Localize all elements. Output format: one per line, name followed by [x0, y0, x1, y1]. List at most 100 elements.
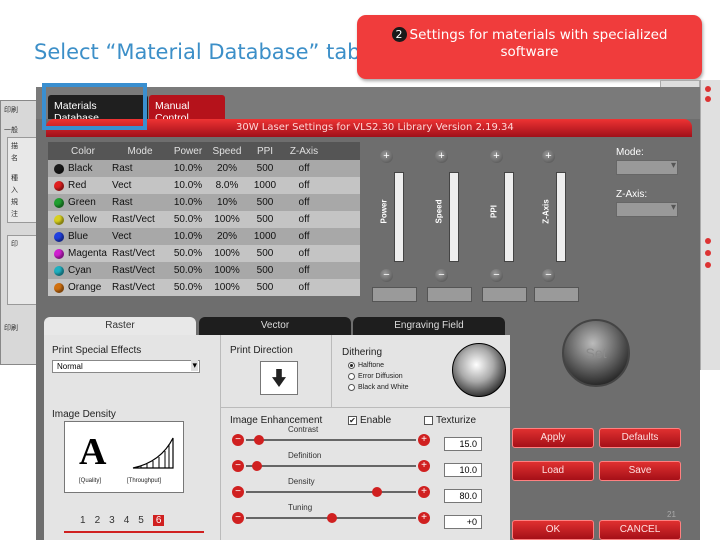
- contrast-slider[interactable]: Contrast − +: [232, 425, 430, 447]
- power-decrease-button[interactable]: −: [380, 269, 393, 282]
- speed-cell: 100%: [214, 265, 240, 276]
- set-button[interactable]: Set: [562, 319, 630, 387]
- contrast-value[interactable]: 15.0: [444, 437, 482, 451]
- density-option[interactable]: 2: [95, 515, 101, 526]
- materials-table: Color Mode Power Speed PPI Z-Axis Black R…: [48, 142, 360, 296]
- print-direction-button[interactable]: [260, 361, 298, 395]
- zaxis-side-label: Z-Axis:: [616, 189, 648, 200]
- tab-manual-control[interactable]: Manual Control: [149, 95, 225, 124]
- status-dot: [705, 96, 711, 102]
- contrast-label: Contrast: [288, 425, 319, 434]
- table-row[interactable]: Black Rast 10.0% 20% 500 off: [48, 160, 360, 177]
- cancel-button[interactable]: CANCEL: [599, 520, 681, 540]
- status-dot: [705, 238, 711, 244]
- zaxis-slider[interactable]: + Z-Axis −: [534, 147, 594, 307]
- ok-button[interactable]: OK: [512, 520, 594, 540]
- table-row[interactable]: Red Vect 10.0% 8.0% 1000 off: [48, 177, 360, 194]
- tuning-decrease-button[interactable]: −: [232, 512, 244, 524]
- ppi-cell: 1000: [253, 180, 277, 191]
- zaxis-select[interactable]: [616, 202, 678, 217]
- tuning-value[interactable]: +0: [444, 515, 482, 529]
- power-value-field[interactable]: [372, 287, 417, 302]
- divider: [220, 407, 510, 408]
- density-option[interactable]: 3: [109, 515, 115, 526]
- ppi-cell: 500: [256, 214, 274, 225]
- density-option[interactable]: 4: [124, 515, 130, 526]
- contrast-increase-button[interactable]: +: [418, 434, 430, 446]
- tab-vector[interactable]: Vector: [199, 317, 351, 335]
- power-slider[interactable]: + Power −: [372, 147, 432, 307]
- column-header: Speed: [212, 145, 242, 157]
- speed-track[interactable]: [449, 172, 459, 262]
- ppi-cell: 500: [256, 197, 274, 208]
- definition-decrease-button[interactable]: −: [232, 460, 244, 472]
- table-row[interactable]: Green Rast 10.0% 10% 500 off: [48, 194, 360, 211]
- zaxis-increase-button[interactable]: +: [542, 150, 555, 163]
- ppi-slider[interactable]: + PPI −: [482, 147, 542, 307]
- bg-label: 一般: [4, 126, 18, 134]
- table-row[interactable]: Yellow Rast/Vect 50.0% 100% 500 off: [48, 211, 360, 228]
- ppi-track[interactable]: [504, 172, 514, 262]
- definition-knob[interactable]: [252, 461, 262, 471]
- speed-value-field[interactable]: [427, 287, 472, 302]
- column-header: Z-Axis: [289, 145, 319, 157]
- density-option[interactable]: 5: [138, 515, 144, 526]
- definition-slider[interactable]: Definition − +: [232, 451, 430, 473]
- ppi-increase-button[interactable]: +: [490, 150, 503, 163]
- checkbox-box: [424, 416, 433, 425]
- speed-decrease-button[interactable]: −: [435, 269, 448, 282]
- tuning-increase-button[interactable]: +: [418, 512, 430, 524]
- color-name: Green: [68, 197, 96, 208]
- density-increase-button[interactable]: +: [418, 486, 430, 498]
- table-row[interactable]: Magenta Rast/Vect 50.0% 100% 500 off: [48, 245, 360, 262]
- speed-cell: 100%: [214, 282, 240, 293]
- zaxis-value-field[interactable]: [534, 287, 579, 302]
- power-track[interactable]: [394, 172, 404, 262]
- color-cell: Blue: [48, 231, 112, 242]
- definition-value[interactable]: 10.0: [444, 463, 482, 477]
- load-button[interactable]: Load: [512, 461, 594, 481]
- table-row[interactable]: Cyan Rast/Vect 50.0% 100% 500 off: [48, 262, 360, 279]
- ppi-decrease-button[interactable]: −: [490, 269, 503, 282]
- table-row[interactable]: Orange Rast/Vect 50.0% 100% 500 off: [48, 279, 360, 296]
- print-special-effects-select[interactable]: Normal: [52, 360, 200, 373]
- table-row[interactable]: Blue Vect 10.0% 20% 1000 off: [48, 228, 360, 245]
- contrast-knob[interactable]: [254, 435, 264, 445]
- density-selector[interactable]: 1 2 3 4 5 6: [80, 515, 165, 526]
- density-decrease-button[interactable]: −: [232, 486, 244, 498]
- tab-raster[interactable]: Raster: [44, 317, 196, 335]
- density-option[interactable]: 1: [80, 515, 86, 526]
- radio-halftone[interactable]: Halftone: [348, 362, 384, 369]
- density-option-selected[interactable]: 6: [152, 515, 165, 526]
- radio-error-diffusion[interactable]: Error Diffusion: [348, 373, 403, 380]
- defaults-button[interactable]: Defaults: [599, 428, 681, 448]
- table-header: Color Mode Power Speed PPI Z-Axis: [48, 142, 360, 160]
- mode-cell: Rast/Vect: [112, 282, 155, 293]
- power-increase-button[interactable]: +: [380, 150, 393, 163]
- contrast-decrease-button[interactable]: −: [232, 434, 244, 446]
- tuning-slider[interactable]: Tuning − +: [232, 503, 430, 525]
- density-slider-track[interactable]: [64, 531, 204, 533]
- tuning-knob[interactable]: [327, 513, 337, 523]
- tab-engraving-field[interactable]: Engraving Field: [353, 317, 505, 335]
- apply-button[interactable]: Apply: [512, 428, 594, 448]
- color-name: Yellow: [68, 214, 97, 225]
- definition-increase-button[interactable]: +: [418, 460, 430, 472]
- density-knob[interactable]: [372, 487, 382, 497]
- settings-tabs: Raster Vector Engraving Field: [44, 317, 518, 335]
- density-enhance-slider[interactable]: Density − +: [232, 477, 430, 499]
- power-cell: 10.0%: [173, 197, 203, 208]
- density-enhance-value[interactable]: 80.0: [444, 489, 482, 503]
- mode-select[interactable]: [616, 160, 678, 175]
- zaxis-track[interactable]: [556, 172, 566, 262]
- texturize-checkbox[interactable]: Texturize: [424, 415, 476, 426]
- enable-checkbox[interactable]: ✔ Enable: [348, 415, 391, 426]
- speed-slider[interactable]: + Speed −: [427, 147, 487, 307]
- save-button[interactable]: Save: [599, 461, 681, 481]
- zaxis-decrease-button[interactable]: −: [542, 269, 555, 282]
- radio-black-and-white[interactable]: Black and White: [348, 384, 409, 391]
- speed-increase-button[interactable]: +: [435, 150, 448, 163]
- speed-cell: 20%: [216, 163, 237, 174]
- ppi-value-field[interactable]: [482, 287, 527, 302]
- color-swatch-icon: [54, 282, 64, 293]
